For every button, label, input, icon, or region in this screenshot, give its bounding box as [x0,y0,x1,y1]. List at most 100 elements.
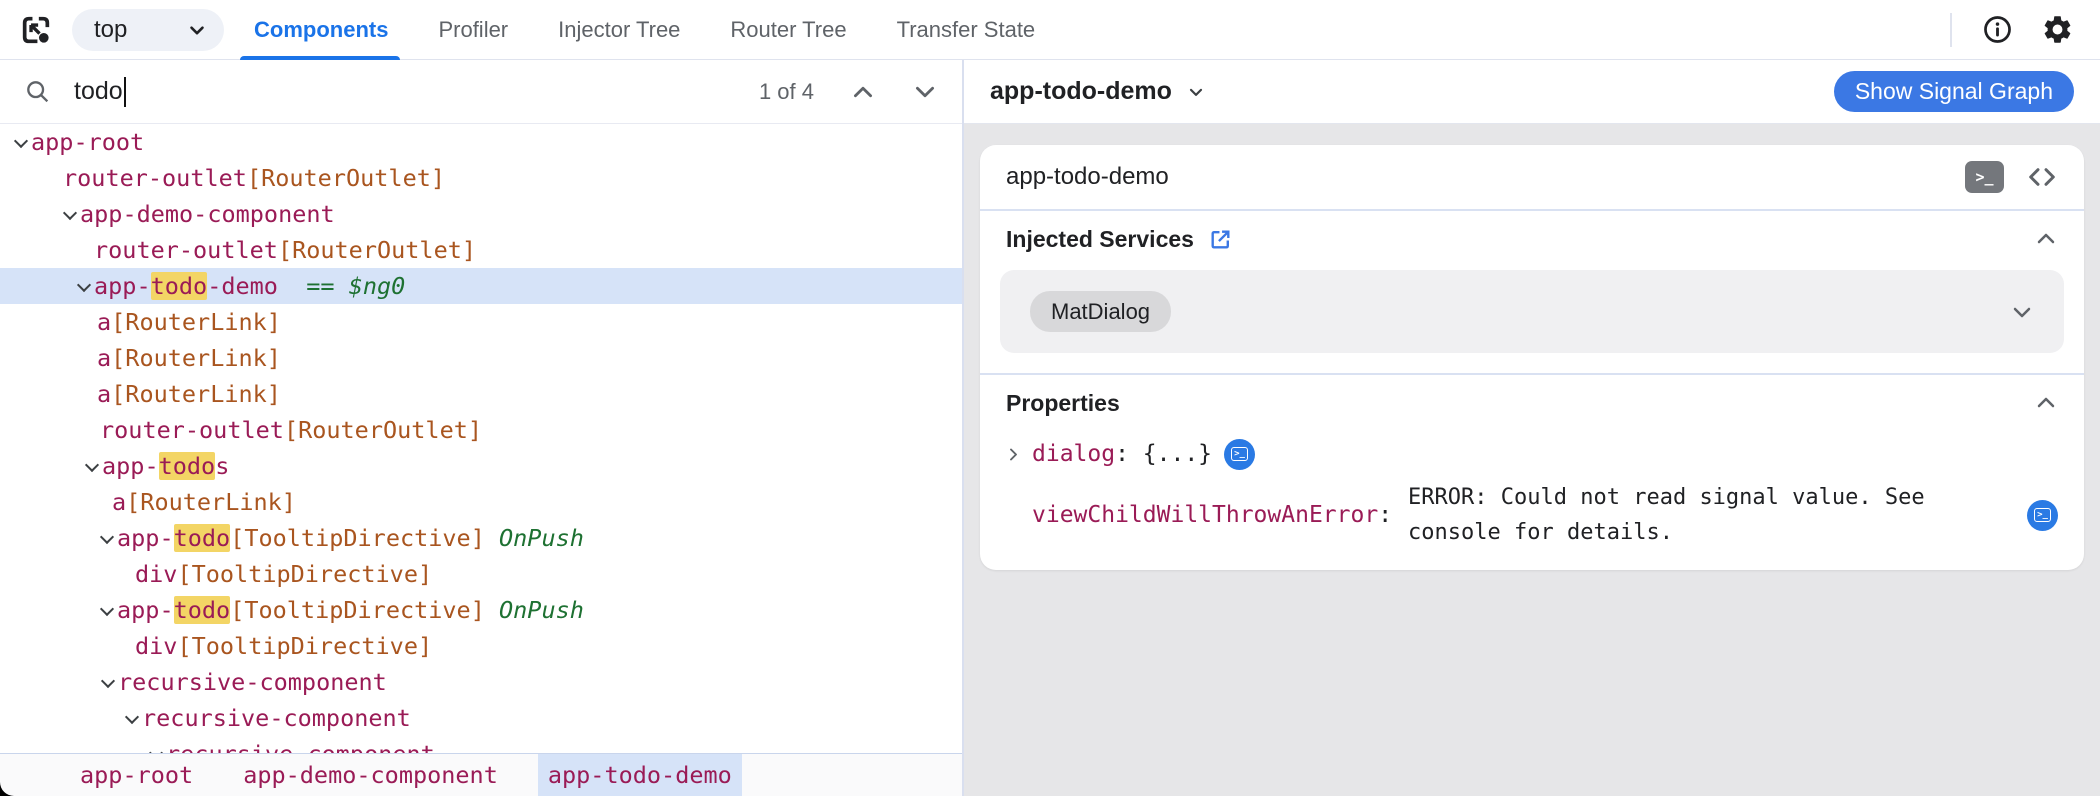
injected-services-panel: MatDialog [1000,269,2064,354]
tree-node-text: router-outlet [94,236,278,264]
tab-router-tree[interactable]: Router Tree [728,0,848,59]
collapse-section-button[interactable] [2034,227,2058,251]
tree-row[interactable]: router-outlet [RouterOutlet] [0,412,962,448]
open-in-console-icon[interactable]: >_ [1965,161,2004,193]
tree-node-text: [RouterOutlet] [246,164,446,192]
tree-row[interactable]: app-todo -demo == $ng0 [0,268,962,304]
search-input[interactable]: todo [74,76,126,107]
frame-selector[interactable]: top [72,8,224,51]
tree-node-text: -demo [207,272,278,300]
search-query: todo [74,77,123,105]
service-chips: MatDialog [1030,291,1172,332]
next-match-button[interactable] [912,79,938,105]
tree-row[interactable]: a [RouterLink] [0,340,962,376]
tree-node-text: $ng0 [348,272,406,300]
search-match: todo [173,524,231,552]
divider [1950,12,1952,47]
gear-icon[interactable] [2041,13,2074,46]
tree-row[interactable]: div [TooltipDirective] [0,628,962,664]
tab-profiler[interactable]: Profiler [436,0,510,59]
tree-node-text: == [277,272,349,300]
show-signal-graph-button[interactable]: Show Signal Graph [1833,71,2074,112]
tree-node-text: [RouterLink] [111,344,281,372]
injected-services-header: Injected Services [980,211,2084,268]
search-match: todo [158,452,216,480]
terminal-glyph: >_ [2034,508,2051,522]
chevron-down-icon[interactable] [10,124,31,160]
tree-row[interactable]: a [RouterLink] [0,376,962,412]
search-result-count: 1 of 4 [758,78,814,104]
properties-title: Properties [1006,389,1120,416]
angular-devtools-window: top Components Profiler Injector Tree Route… [0,0,2100,796]
tree-node-text: app- [94,272,151,300]
chevron-down-icon[interactable] [96,520,117,556]
details-body: app-todo-demo >_ Injected Services MatDi… [964,124,2100,796]
tree-node-text: router-outlet [100,416,284,444]
breadcrumb-item-app-demo-component[interactable]: app-demo-component [233,754,508,796]
component-picker-button[interactable] [16,10,56,50]
tree-node-text: recursive-component [142,704,411,732]
tree-row[interactable]: app-demo-component [0,196,962,232]
tree-row[interactable]: app-root [0,124,962,160]
breadcrumb: app-root app-demo-component app-todo-demo [0,753,962,796]
tree-row[interactable]: app-todo [TooltipDirective] OnPush [0,592,962,628]
chevron-down-icon[interactable] [145,736,166,753]
chevron-down-icon[interactable] [59,196,80,232]
chevron-down-icon[interactable] [96,592,117,628]
selected-component-dropdown[interactable]: app-todo-demo [990,77,1206,106]
tree-row[interactable]: recursive-component [0,664,962,700]
tree-node-text: a [112,488,127,516]
injected-services-title: Injected Services [1006,225,1194,252]
tree-node-text: a [97,344,112,372]
property-value: ERROR: Could not read signal value. See … [1408,485,1925,545]
tree-node-text: [TooltipDirective] [177,632,433,660]
top-bar-actions [1950,12,2100,47]
chevron-down-icon[interactable] [97,664,118,700]
tree-row[interactable]: a [RouterLink] [0,484,962,520]
log-to-console-icon[interactable]: >_ [2027,499,2058,531]
chevron-down-icon[interactable] [81,448,102,484]
tab-injector-tree[interactable]: Injector Tree [556,0,682,59]
properties-header: Properties [980,375,2084,432]
chevron-down-icon[interactable] [121,700,142,736]
tree-node-text: [TooltipDirective] [230,524,485,552]
tree-row[interactable]: recursive-component [0,700,962,736]
tree-node-text: app- [117,596,174,624]
tree-node-text: [RouterLink] [126,488,296,516]
tree-row[interactable]: router-outlet [RouterOutlet] [0,232,962,268]
tree-node-text: [TooltipDirective] [177,560,433,588]
property-name: viewChildWillThrowAnError [1032,502,1379,528]
service-chip-matdialog[interactable]: MatDialog [1030,291,1172,332]
tree-node-text: a [97,308,112,336]
chevron-down-icon[interactable] [73,268,94,304]
tree-node-text: recursive-component [166,740,435,753]
tree-row[interactable]: a [RouterLink] [0,304,962,340]
tree-node-text: [RouterLink] [111,308,281,336]
text-cursor [123,76,126,107]
expand-property-button[interactable] [1006,447,1032,462]
tree-row[interactable]: recursive-component [0,736,962,753]
component-details-card: app-todo-demo >_ Injected Services MatDi… [980,145,2084,570]
tree-row[interactable]: div [TooltipDirective] [0,556,962,592]
expand-services-button[interactable] [2010,300,2034,324]
tab-components[interactable]: Components [239,0,401,60]
property-value: : {...} [1115,441,1213,467]
search-match: todo [173,596,231,624]
previous-match-button[interactable] [850,79,876,105]
external-link-icon[interactable] [1208,227,1233,252]
breadcrumb-item-app-root[interactable]: app-root [70,754,203,796]
card-title: app-todo-demo [1006,163,1169,190]
breadcrumb-item-app-todo-demo[interactable]: app-todo-demo [537,754,742,796]
details-panel: app-todo-demo Show Signal Graph app-todo… [962,60,2100,796]
log-to-console-icon[interactable]: >_ [1224,438,1256,470]
tree-row[interactable]: app-todo s [0,448,962,484]
tree-row[interactable]: router-outlet [RouterOutlet] [0,160,962,196]
info-icon[interactable] [1982,14,2013,45]
tab-transfer-state[interactable]: Transfer State [895,0,1038,59]
view-source-icon[interactable] [2026,161,2058,193]
tree-node-text: app- [102,452,159,480]
tree-row[interactable]: app-todo [TooltipDirective] OnPush [0,520,962,556]
component-tree: app-root router-outlet [RouterOutlet] app-d… [0,124,962,753]
collapse-section-button[interactable] [2034,391,2058,415]
tree-node-text: app-root [31,128,145,156]
